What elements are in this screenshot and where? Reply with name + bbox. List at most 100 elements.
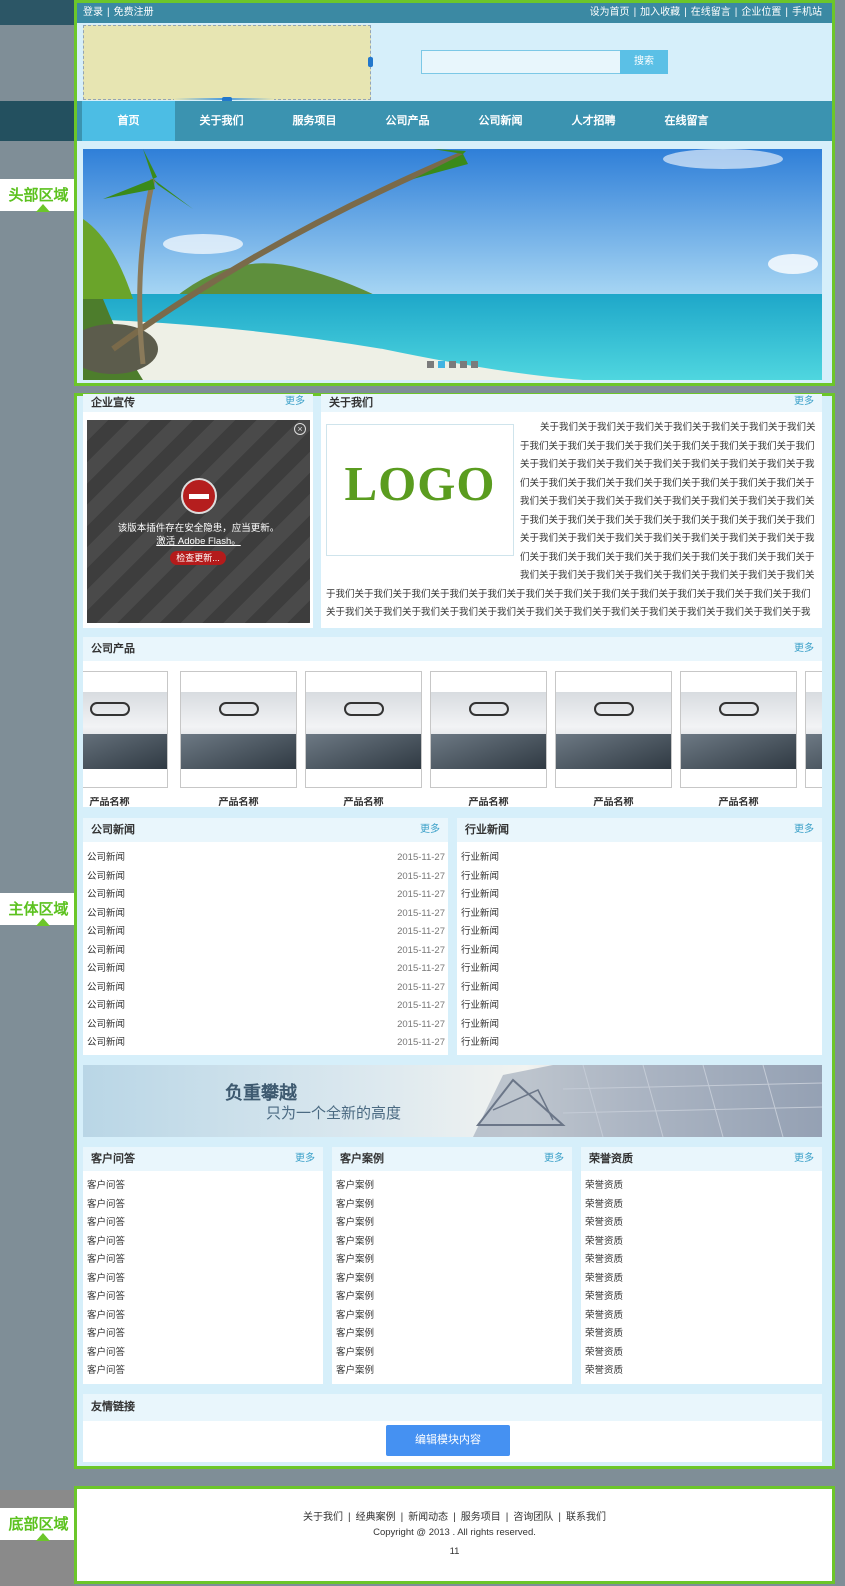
faq-item[interactable]: 客户问答	[87, 1273, 125, 1285]
nav-news[interactable]: 公司新闻	[454, 101, 547, 141]
banner-dot-5[interactable]	[471, 361, 478, 368]
news-item[interactable]: 公司新闻	[87, 852, 125, 864]
resize-handle-right[interactable]	[368, 57, 373, 67]
footer-link-services[interactable]: 服务项目	[461, 1512, 501, 1523]
footer-link-contact[interactable]: 联系我们	[566, 1512, 606, 1523]
product-name[interactable]: 产品名称	[680, 797, 797, 806]
edit-module-button[interactable]: 编辑模块内容	[386, 1425, 510, 1456]
search-button[interactable]: 搜索	[620, 50, 668, 74]
honor-item[interactable]: 荣誉资质	[585, 1310, 623, 1322]
industry-item[interactable]: 行业新闻	[461, 1037, 499, 1049]
faq-item[interactable]: 客户问答	[87, 1254, 125, 1266]
news-item[interactable]: 公司新闻	[87, 926, 125, 938]
industry-item[interactable]: 行业新闻	[461, 982, 499, 994]
industry-item[interactable]: 行业新闻	[461, 889, 499, 901]
honor-item[interactable]: 荣誉资质	[585, 1180, 623, 1192]
nav-home[interactable]: 首页	[82, 101, 175, 141]
honor-item[interactable]: 荣誉资质	[585, 1291, 623, 1303]
news-item[interactable]: 公司新闻	[87, 1037, 125, 1049]
faq-more-link[interactable]: 更多	[295, 1147, 315, 1171]
banner-dot-1[interactable]	[427, 361, 434, 368]
industry-news-more-link[interactable]: 更多	[794, 818, 814, 842]
company-location-link[interactable]: 企业位置	[741, 7, 781, 18]
close-icon[interactable]: ×	[294, 423, 306, 435]
hero-banner[interactable]	[83, 149, 822, 380]
add-favorite-link[interactable]: 加入收藏	[640, 7, 680, 18]
case-item[interactable]: 客户案例	[336, 1347, 374, 1359]
news-item[interactable]: 公司新闻	[87, 945, 125, 957]
product-name[interactable]: 产品名称	[305, 797, 422, 806]
news-item[interactable]: 公司新闻	[87, 908, 125, 920]
mobile-site-link[interactable]: 手机站	[792, 7, 822, 18]
product-card[interactable]	[83, 671, 168, 788]
news-item[interactable]: 公司新闻	[87, 963, 125, 975]
case-item[interactable]: 客户案例	[336, 1291, 374, 1303]
industry-item[interactable]: 行业新闻	[461, 963, 499, 975]
case-item[interactable]: 客户案例	[336, 1254, 374, 1266]
product-card[interactable]	[305, 671, 422, 788]
faq-item[interactable]: 客户问答	[87, 1347, 125, 1359]
footer-link-news[interactable]: 新闻动态	[408, 1512, 448, 1523]
banner-dot-4[interactable]	[460, 361, 467, 368]
banner-dot-3[interactable]	[449, 361, 456, 368]
case-item[interactable]: 客户案例	[336, 1310, 374, 1322]
faq-item[interactable]: 客户问答	[87, 1328, 125, 1340]
industry-item[interactable]: 行业新闻	[461, 1000, 499, 1012]
register-link[interactable]: 免费注册	[114, 7, 154, 18]
honor-item[interactable]: 荣誉资质	[585, 1328, 623, 1340]
industry-item[interactable]: 行业新闻	[461, 926, 499, 938]
flash-update-button[interactable]: 检查更新...	[170, 551, 226, 565]
set-homepage-link[interactable]: 设为首页	[590, 7, 630, 18]
honor-item[interactable]: 荣誉资质	[585, 1273, 623, 1285]
product-name[interactable]: 产品名称	[555, 797, 672, 806]
nav-jobs[interactable]: 人才招聘	[547, 101, 640, 141]
product-name[interactable]: 产品名称	[83, 797, 168, 806]
product-name[interactable]: 产品名称	[180, 797, 297, 806]
faq-item[interactable]: 客户问答	[87, 1310, 125, 1322]
footer-link-about[interactable]: 关于我们	[303, 1512, 343, 1523]
banner-dot-2[interactable]	[438, 361, 445, 368]
faq-item[interactable]: 客户问答	[87, 1180, 125, 1192]
faq-item[interactable]: 客户问答	[87, 1291, 125, 1303]
nav-services[interactable]: 服务项目	[268, 101, 361, 141]
footer-link-team[interactable]: 咨询团队	[513, 1512, 553, 1523]
news-item[interactable]: 公司新闻	[87, 871, 125, 883]
cases-more-link[interactable]: 更多	[544, 1147, 564, 1171]
product-card[interactable]	[680, 671, 797, 788]
nav-about[interactable]: 关于我们	[175, 101, 268, 141]
industry-item[interactable]: 行业新闻	[461, 871, 499, 883]
case-item[interactable]: 客户案例	[336, 1236, 374, 1248]
about-more-link[interactable]: 更多	[794, 394, 814, 410]
industry-item[interactable]: 行业新闻	[461, 908, 499, 920]
product-card[interactable]	[180, 671, 297, 788]
faq-item[interactable]: 客户问答	[87, 1365, 125, 1377]
login-link[interactable]: 登录	[83, 7, 103, 18]
case-item[interactable]: 客户案例	[336, 1180, 374, 1192]
honor-item[interactable]: 荣誉资质	[585, 1217, 623, 1229]
news-item[interactable]: 公司新闻	[87, 1000, 125, 1012]
news-item[interactable]: 公司新闻	[87, 1019, 125, 1031]
product-name[interactable]: 产品名称	[430, 797, 547, 806]
case-item[interactable]: 客户案例	[336, 1273, 374, 1285]
logo-placeholder[interactable]	[83, 25, 373, 102]
search-input[interactable]	[421, 50, 621, 74]
honor-item[interactable]: 荣誉资质	[585, 1347, 623, 1359]
honor-item[interactable]: 荣誉资质	[585, 1254, 623, 1266]
product-card[interactable]	[555, 671, 672, 788]
company-news-more-link[interactable]: 更多	[420, 818, 440, 842]
case-item[interactable]: 客户案例	[336, 1328, 374, 1340]
slogan-banner[interactable]: 负重攀越 只为一个全新的高度	[83, 1065, 822, 1137]
nav-message[interactable]: 在线留言	[640, 101, 733, 141]
case-item[interactable]: 客户案例	[336, 1199, 374, 1211]
news-item[interactable]: 公司新闻	[87, 889, 125, 901]
industry-item[interactable]: 行业新闻	[461, 945, 499, 957]
news-item[interactable]: 公司新闻	[87, 982, 125, 994]
honor-item[interactable]: 荣誉资质	[585, 1365, 623, 1377]
product-card[interactable]	[805, 671, 822, 788]
nav-products[interactable]: 公司产品	[361, 101, 454, 141]
promo-more-link[interactable]: 更多	[285, 394, 305, 410]
online-message-link[interactable]: 在线留言	[691, 7, 731, 18]
faq-item[interactable]: 客户问答	[87, 1217, 125, 1229]
honor-item[interactable]: 荣誉资质	[585, 1236, 623, 1248]
industry-item[interactable]: 行业新闻	[461, 852, 499, 864]
